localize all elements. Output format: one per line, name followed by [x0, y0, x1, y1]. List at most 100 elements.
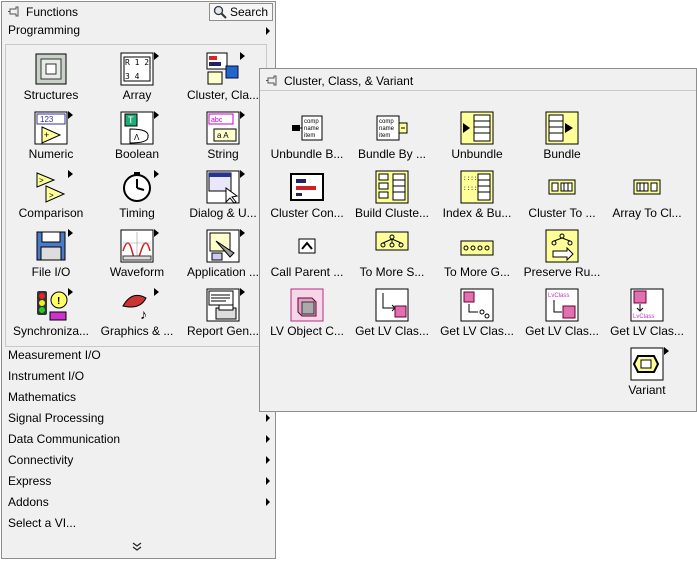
- palette-item-call-parent[interactable]: Call Parent ...: [264, 227, 350, 286]
- programming-grid: Structures R 1 2 3 4 Array Cluster, Cla... 12…: [5, 44, 267, 347]
- category-arrow-icon: [266, 414, 270, 422]
- svg-text:item: item: [379, 133, 390, 139]
- palette-item-cluster-constant[interactable]: Cluster Con...: [264, 168, 350, 227]
- submenu-arrow-icon: [68, 170, 73, 178]
- pin-icon[interactable]: [8, 5, 22, 19]
- palette-item-get-lv-class-path[interactable]: Get LV Clas...: [434, 286, 520, 345]
- palette-item-label: String: [207, 147, 239, 161]
- functions-title: Functions: [26, 5, 79, 19]
- structures-icon: [34, 52, 68, 86]
- cluster-to-array-icon: [545, 170, 579, 204]
- palette-item-structures[interactable]: Structures: [8, 50, 94, 109]
- index-bundle-icon: ::::::::: [460, 170, 494, 204]
- category-item[interactable]: Measurement I/O: [8, 345, 268, 365]
- category-arrow-icon: [266, 498, 270, 506]
- dialog-icon: [206, 170, 245, 204]
- category-item[interactable]: Express: [8, 471, 268, 491]
- palette-item-label: Structures: [23, 88, 79, 102]
- cluster-class-icon: [206, 52, 245, 86]
- palette-item-comparison[interactable]: > > Comparison: [8, 168, 94, 227]
- palette-item-file-io[interactable]: File I/O: [8, 227, 94, 286]
- submenu-arrow-icon: [68, 288, 73, 296]
- palette-item-array-to-cluster[interactable]: Array To Cl...: [604, 168, 690, 227]
- palette-item-string[interactable]: abc a A String: [180, 109, 266, 168]
- palette-item-preserve-runtime-class[interactable]: Preserve Ru...: [519, 227, 605, 286]
- palette-item-label: Cluster Con...: [270, 206, 344, 220]
- search-button[interactable]: Search: [209, 3, 273, 21]
- svg-text:::::: ::::: [463, 175, 477, 182]
- palette-item-to-more-specific[interactable]: To More S...: [349, 227, 435, 286]
- category-item[interactable]: Data Communication: [8, 429, 268, 449]
- svg-text:name: name: [379, 126, 395, 132]
- cluster-grid: [260, 90, 696, 91]
- palette-item-cluster-class[interactable]: Cluster, Cla...: [180, 50, 266, 109]
- svg-text:::::: ::::: [463, 185, 477, 192]
- section-programming[interactable]: Programming: [8, 23, 80, 37]
- palette-item-cluster-to-array[interactable]: Cluster To ...: [519, 168, 605, 227]
- palette-item-label: Bundle By ...: [357, 147, 427, 161]
- submenu-arrow-icon: [68, 111, 73, 119]
- get-lv-class-default-icon: [375, 288, 409, 322]
- palette-item-label: Unbundle: [451, 147, 503, 161]
- palette-item-variant[interactable]: Variant: [604, 345, 690, 404]
- get-lv-class-info-icon: LvClass: [630, 288, 664, 322]
- call-parent-icon: [290, 229, 324, 263]
- palette-item-unbundle-by-name[interactable]: comp name item Unbundle B...: [264, 109, 350, 168]
- array-to-cluster-icon: [630, 170, 664, 204]
- palette-item-bundle-by-name[interactable]: comp name item Bundle By ...: [349, 109, 435, 168]
- palette-item-build-cluster-array[interactable]: Build Cluste...: [349, 168, 435, 227]
- palette-item-bundle[interactable]: Bundle: [519, 109, 605, 168]
- submenu-arrow-icon: [664, 347, 669, 355]
- palette-item-index-bundle[interactable]: :::::::: Index & Bu...: [434, 168, 520, 227]
- category-item[interactable]: Mathematics: [8, 387, 268, 407]
- palette-item-label: Numeric: [28, 147, 74, 161]
- pin-icon[interactable]: [266, 74, 280, 88]
- waveform-icon: [120, 229, 159, 263]
- palette-item-application[interactable]: Application ...: [180, 227, 266, 286]
- chevron-down-icon[interactable]: [132, 542, 142, 552]
- palette-item-label: Dialog & U...: [189, 206, 257, 220]
- svg-text:abc: abc: [211, 117, 223, 124]
- category-item[interactable]: Signal Processing: [8, 408, 268, 428]
- array-icon: R 1 2 3 4: [120, 52, 159, 86]
- boolean-icon: TΛ: [120, 111, 159, 145]
- palette-item-label: Cluster, Cla...: [186, 88, 260, 102]
- category-item[interactable]: Instrument I/O: [8, 366, 268, 386]
- palette-item-label: To More G...: [443, 265, 511, 279]
- category-item[interactable]: Addons: [8, 492, 268, 512]
- unbundle-icon: [460, 111, 494, 145]
- palette-item-get-lv-class-default[interactable]: Get LV Clas...: [349, 286, 435, 345]
- cluster-titlebar[interactable]: Cluster, Class, & Variant: [260, 71, 696, 91]
- category-item[interactable]: Connectivity: [8, 450, 268, 470]
- palette-item-synchronization[interactable]: ! Synchroniza...: [8, 286, 94, 345]
- palette-item-label: Get LV Clas...: [355, 324, 429, 338]
- category-item[interactable]: Select a VI...: [8, 513, 268, 533]
- bundle-icon: [545, 111, 579, 145]
- palette-item-label: Preserve Ru...: [523, 265, 601, 279]
- get-lv-class-name-icon: LvClass: [545, 288, 579, 322]
- palette-item-timing[interactable]: Timing: [94, 168, 180, 227]
- palette-item-graphics[interactable]: ♪ Graphics & ...: [94, 286, 180, 345]
- category-arrow-icon: [266, 477, 270, 485]
- submenu-arrow-icon: [154, 229, 159, 237]
- svg-text:123: 123: [40, 115, 54, 124]
- lv-object-constant-icon: [290, 288, 324, 322]
- palette-item-get-lv-class-info[interactable]: LvClass Get LV Clas...: [604, 286, 690, 345]
- svg-text:comp: comp: [379, 119, 394, 125]
- cluster-class-variant-palette: Cluster, Class, & Variant comp name item Un…: [259, 68, 697, 412]
- cluster-constant-icon: [290, 170, 324, 204]
- palette-item-numeric[interactable]: 123 + Numeric: [8, 109, 94, 168]
- palette-item-to-more-generic[interactable]: To More G...: [434, 227, 520, 286]
- variant-icon: [630, 347, 669, 381]
- palette-item-unbundle[interactable]: Unbundle: [434, 109, 520, 168]
- palette-item-boolean[interactable]: T Λ Boolean: [94, 109, 180, 168]
- palette-item-get-lv-class-name[interactable]: LvClass Get LV Clas...: [519, 286, 605, 345]
- svg-text:LvClass: LvClass: [633, 314, 654, 320]
- palette-item-report[interactable]: Report Gen...: [180, 286, 266, 345]
- application-icon: [206, 229, 245, 263]
- palette-item-waveform[interactable]: Waveform: [94, 227, 180, 286]
- palette-item-array[interactable]: R 1 2 3 4 Array: [94, 50, 180, 109]
- palette-item-lv-object-constant[interactable]: LV Object C...: [264, 286, 350, 345]
- functions-titlebar[interactable]: Functions Search: [2, 2, 275, 22]
- palette-item-dialog[interactable]: Dialog & U...: [180, 168, 266, 227]
